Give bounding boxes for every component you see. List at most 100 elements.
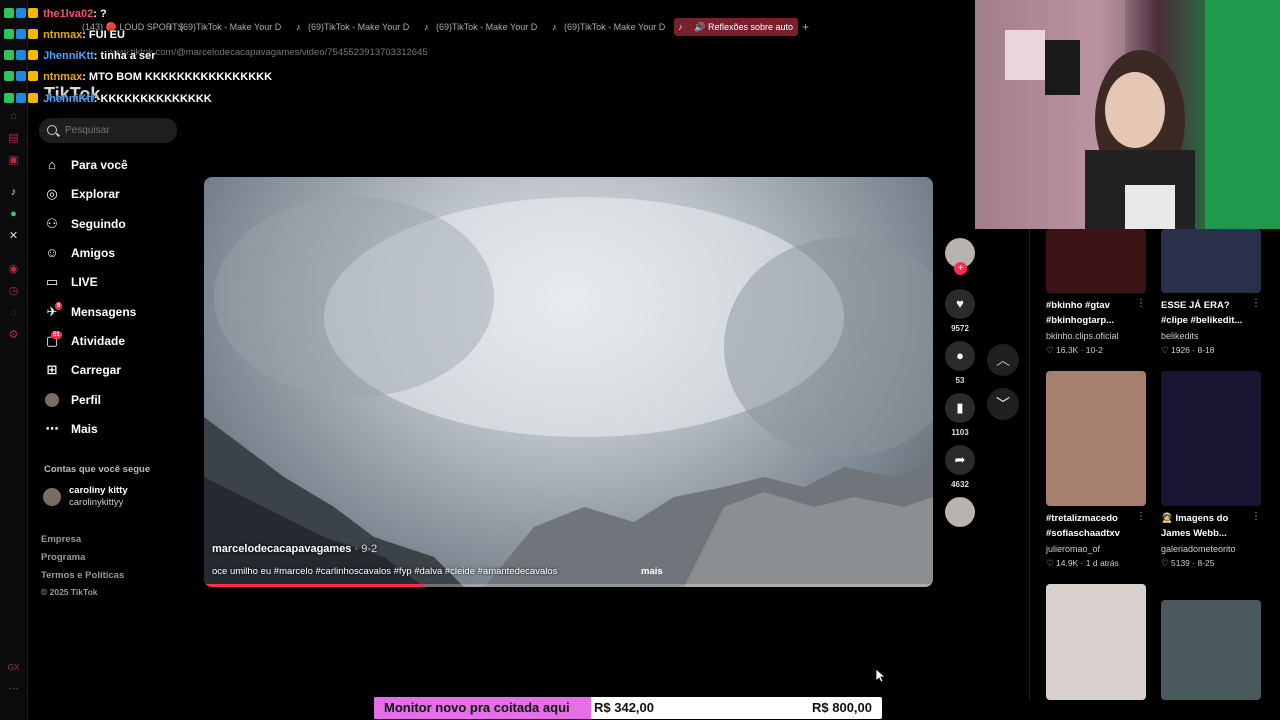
- recommended-video[interactable]: 🧑‍🚀 Imagens do James Webb... ⋮ galeriado…: [1161, 371, 1261, 571]
- video-date: · 9-2: [354, 543, 378, 555]
- video-title: #tretalizmacedo #sofiaschaadtxv: [1046, 513, 1120, 539]
- share-count: 4632: [951, 480, 969, 489]
- comment-icon: ●: [945, 341, 975, 371]
- chat-badge-icon: [16, 8, 26, 18]
- tab-bar: (143) 🔴 LOUD SPORTS ♪ (69)TikTok - Make Y…: [28, 17, 975, 37]
- caption-more-link[interactable]: mais: [641, 566, 663, 577]
- heart-icon: ♡: [1046, 345, 1054, 355]
- chat-badge-icon: [28, 29, 38, 39]
- more-options-icon[interactable]: ⋮: [1136, 298, 1146, 309]
- address-bar[interactable]: www.tiktok.com/@marcelodecacapavagames/v…: [28, 44, 975, 62]
- video-thumbnail: [1161, 371, 1261, 506]
- video-author: bkinho.clips.oficial: [1046, 331, 1119, 341]
- new-tab-button[interactable]: +: [800, 18, 814, 36]
- heart-icon: ♡: [1161, 345, 1169, 355]
- nav-explore[interactable]: ◎ Explorar: [43, 182, 183, 206]
- video-thumbnail: [1046, 371, 1146, 506]
- creator-avatar-button[interactable]: +: [945, 238, 975, 275]
- comment-count: 53: [955, 376, 965, 385]
- share-button[interactable]: ➦ 4632: [945, 445, 975, 489]
- followed-account[interactable]: caroliny kitty carolinykittyy: [43, 484, 193, 510]
- like-button[interactable]: ♥ 9572: [945, 289, 975, 333]
- more-options-icon[interactable]: ⋮: [1251, 298, 1261, 309]
- recommended-video[interactable]: [1046, 584, 1146, 700]
- chat-text: : KKKKKKKKKKKKKK: [93, 93, 212, 105]
- chat-username: ntnmax: [43, 29, 83, 41]
- sidebar-app-icon[interactable]: ⌂: [7, 110, 20, 123]
- chat-badge-icon: [28, 71, 38, 81]
- chat-badge-icon: [4, 50, 14, 60]
- whatsapp-icon[interactable]: ●: [7, 208, 20, 221]
- search-input[interactable]: [65, 125, 165, 136]
- scroll-down-button[interactable]: ﹀: [987, 388, 1019, 420]
- footer-link[interactable]: Empresa: [41, 534, 81, 545]
- clock-icon[interactable]: ◷: [7, 285, 20, 298]
- nav-for-you[interactable]: ⌂ Para você: [43, 153, 183, 177]
- share-icon: ➦: [945, 445, 975, 475]
- music-disc-button[interactable]: [945, 497, 975, 527]
- nav-messages[interactable]: ✈ 6 Mensagens: [43, 300, 183, 324]
- sidebar-app-icon[interactable]: ◌: [7, 307, 20, 320]
- nav-profile[interactable]: Perfil: [43, 388, 183, 412]
- footer-link[interactable]: Termos e Políticas: [41, 570, 124, 581]
- tab-tiktok[interactable]: ♪ (69)TikTok - Make Your D: [294, 18, 414, 36]
- video-thumbnail: [1161, 229, 1261, 293]
- compass-icon: ◎: [46, 186, 58, 201]
- video-caption: oce umilho eu #marcelo #carlinhoscavalos…: [212, 566, 558, 577]
- video-author[interactable]: marcelodecacapavagames · 9-2: [212, 543, 377, 555]
- nav-friends[interactable]: ☺ Amigos: [43, 241, 183, 265]
- tab-tiktok[interactable]: ♪ (69)TikTok - Make Your D: [550, 18, 670, 36]
- sidebar-app-icon[interactable]: ▤: [7, 132, 20, 145]
- nav-more[interactable]: ⋯ Mais: [43, 417, 183, 441]
- recommended-video[interactable]: [1161, 600, 1261, 700]
- sidebar-app-icon[interactable]: ◉: [7, 263, 20, 276]
- tab-tiktok[interactable]: ♪ (69)TikTok - Make Your D: [422, 18, 542, 36]
- chat-badge-icon: [16, 71, 26, 81]
- nav-following[interactable]: ⚇ Seguindo: [43, 212, 183, 236]
- nav-upload[interactable]: ⊞ Carregar: [43, 358, 183, 382]
- upload-icon: ⊞: [46, 362, 58, 377]
- donation-goal-bar: Monitor novo pra coitada aqui R$ 342,00 …: [374, 697, 882, 719]
- search-icon: [47, 125, 57, 135]
- recommended-video[interactable]: ESSE JÁ ERA? #clipe #belikedit... ⋮ beli…: [1161, 229, 1261, 359]
- tab-active[interactable]: ♪ 🔊 Reflexões sobre auto: [674, 18, 798, 36]
- friends-icon: ☺: [45, 245, 59, 260]
- follow-plus-icon[interactable]: +: [954, 262, 967, 275]
- comment-button[interactable]: ● 53: [945, 341, 975, 385]
- gear-icon[interactable]: ⚙: [7, 329, 20, 342]
- nav-activity[interactable]: ▢ 51 Atividade: [43, 329, 183, 353]
- video-title: 🧑‍🚀 Imagens do James Webb...: [1161, 513, 1229, 539]
- chat-message: JhenniKtt: tinha a ser: [4, 48, 156, 64]
- recommended-video[interactable]: #tretalizmacedo #sofiaschaadtxv ⋮ julier…: [1046, 371, 1146, 571]
- more-icon[interactable]: ⋯: [7, 683, 20, 696]
- scroll-up-button[interactable]: ︿: [987, 344, 1019, 376]
- chat-username: ntnmax: [43, 71, 83, 83]
- goal-current-amount: R$ 342,00: [594, 700, 654, 715]
- chat-badge-icon: [4, 8, 14, 18]
- activity-badge: 51: [51, 331, 62, 339]
- chat-badge-icon: [16, 93, 26, 103]
- video-author: julieromao_of: [1046, 544, 1101, 554]
- chat-badge-icon: [16, 29, 26, 39]
- divider: [1029, 229, 1030, 700]
- video-player[interactable]: marcelodecacapavagames · 9-2 oce umilho …: [204, 177, 933, 587]
- profile-avatar-icon: [45, 393, 59, 407]
- sidebar-app-icon[interactable]: ▣: [7, 154, 20, 167]
- gx-icon[interactable]: GX: [7, 661, 20, 674]
- search-bar[interactable]: [39, 118, 177, 143]
- footer-link[interactable]: Programa: [41, 552, 85, 563]
- save-button[interactable]: ▮ 1103: [945, 393, 975, 437]
- more-options-icon[interactable]: ⋮: [1251, 511, 1261, 522]
- nav-live[interactable]: ▭ LIVE: [43, 270, 183, 294]
- copyright: © 2025 TikTok: [41, 587, 98, 597]
- video-meta: ♡ 16.3K · 10-2: [1046, 345, 1103, 355]
- recommended-video[interactable]: #bkinho #gtav #bkinhogtarp... ⋮ bkinho.c…: [1046, 229, 1146, 359]
- webcam-overlay: [975, 0, 1280, 229]
- more-options-icon[interactable]: ⋮: [1136, 511, 1146, 522]
- tiktok-icon: ♪: [552, 22, 557, 32]
- x-icon[interactable]: ✕: [7, 230, 20, 243]
- tiktok-app-icon[interactable]: ♪: [7, 186, 20, 199]
- video-progress-bar[interactable]: [204, 584, 933, 587]
- tab-tiktok[interactable]: ♪ (69)TikTok - Make Your D: [166, 18, 286, 36]
- avatar: [43, 488, 61, 506]
